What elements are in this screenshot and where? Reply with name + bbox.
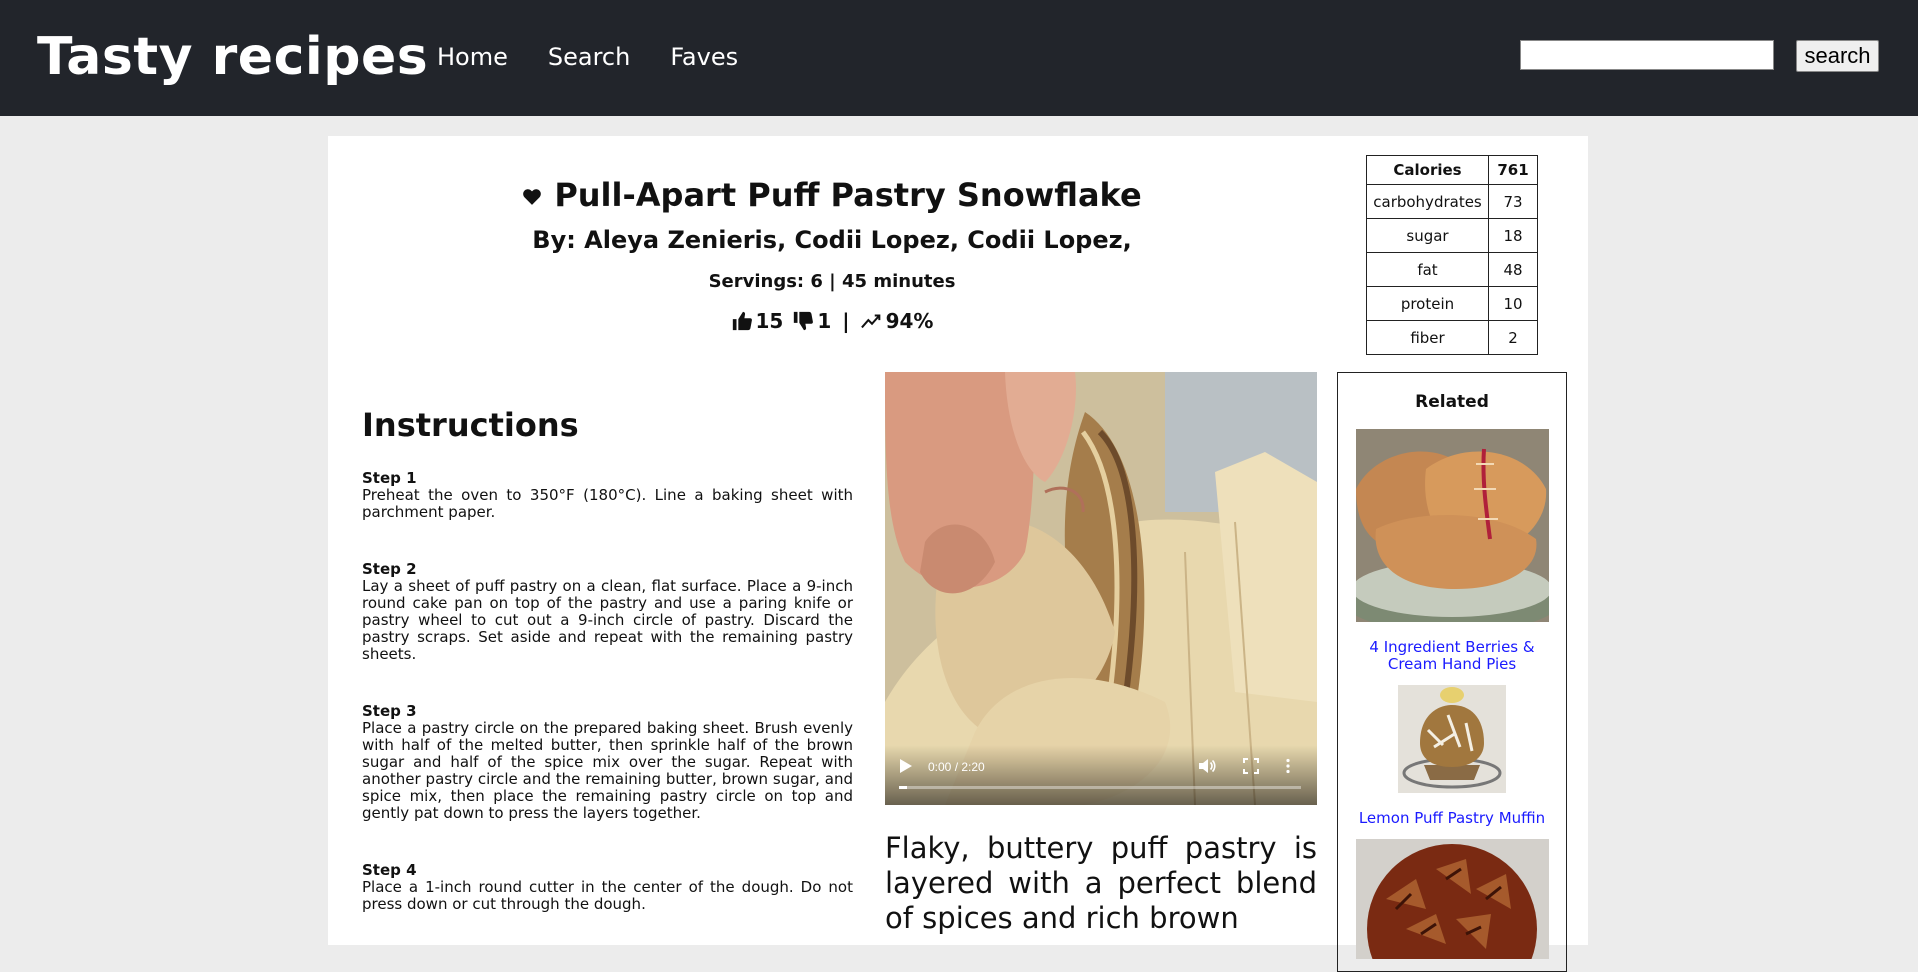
nutrition-label: fiber	[1366, 320, 1489, 355]
related-link[interactable]: Lemon Puff Pastry Muffin	[1344, 810, 1560, 827]
nutrition-row: carbohydrates 73	[1366, 184, 1538, 219]
thumbs-down-icon[interactable]	[792, 310, 814, 332]
more-options-icon[interactable]	[1285, 758, 1291, 774]
nutrition-row: fat 48	[1366, 252, 1538, 287]
play-icon[interactable]	[899, 758, 913, 774]
video-progress-fill	[899, 786, 908, 789]
instruction-step: Step 4 Place a 1-inch round cutter in th…	[362, 862, 853, 913]
step-label: Step 1	[362, 469, 417, 487]
related-link[interactable]: 4 Ingredient Berries & Cream Hand Pies	[1344, 639, 1560, 673]
recipe-description: Flaky, buttery puff pastry is layered wi…	[885, 831, 1317, 935]
nutrition-row: fiber 2	[1366, 320, 1538, 355]
step-text: Place a 1-inch round cutter in the cente…	[362, 878, 853, 913]
nutrition-value: 2	[1488, 320, 1538, 355]
instructions-heading: Instructions	[362, 406, 579, 444]
video-time: 0:00 / 2:20	[928, 760, 985, 774]
nav-home-link[interactable]: Home	[437, 42, 508, 72]
votes-separator: |	[842, 309, 850, 333]
recipe-card: Pull-Apart Puff Pastry Snowflake By: Ale…	[328, 136, 1588, 972]
recipe-authors: By: Aleya Zenieris, Codii Lopez, Codii L…	[532, 226, 1132, 254]
nutrition-label: carbohydrates	[1366, 184, 1489, 219]
recipe-title-line: Pull-Apart Puff Pastry Snowflake	[328, 174, 1336, 216]
search-input[interactable]	[1520, 40, 1774, 70]
nav-faves-link[interactable]: Faves	[670, 42, 738, 72]
nutrition-row: protein 10	[1366, 286, 1538, 321]
nav-search-link[interactable]: Search	[548, 42, 630, 72]
video-progress-bar[interactable]	[899, 786, 1301, 789]
heart-icon[interactable]	[522, 187, 542, 207]
trending-up-icon	[860, 314, 880, 329]
likes-count: 15	[755, 309, 784, 333]
recipe-header: Pull-Apart Puff Pastry Snowflake By: Ale…	[328, 174, 1336, 334]
search-button[interactable]: search	[1796, 40, 1879, 72]
related-image-hand-pies[interactable]	[1355, 429, 1549, 622]
approval-rate: 94%	[885, 309, 934, 333]
nutrition-row: sugar 18	[1366, 218, 1538, 253]
recipe-video[interactable]: 0:00 / 2:20	[885, 372, 1317, 805]
nutrition-label: sugar	[1366, 218, 1489, 253]
video-controls: 0:00 / 2:20	[885, 745, 1317, 805]
nutrition-label: fat	[1366, 252, 1489, 287]
instructions-section: Instructions Step 1 Preheat the oven to …	[362, 404, 853, 953]
nutrition-label: Calories	[1366, 155, 1489, 185]
recipe-votes: 15 1 | 94%	[328, 308, 1336, 334]
dislikes-count: 1	[817, 309, 832, 333]
instruction-step: Step 3 Place a pastry circle on the prep…	[362, 703, 853, 822]
nutrition-value: 761	[1488, 155, 1538, 185]
related-panel: Related 4 Ingredient Berries & Cream Han…	[1337, 372, 1567, 972]
site-brand[interactable]: Tasty recipes	[37, 22, 428, 92]
main-nav: Home Search Faves	[437, 42, 738, 72]
nutrition-label: protein	[1366, 286, 1489, 321]
related-heading: Related	[1415, 392, 1489, 412]
nutrition-header-row: Calories 761	[1366, 155, 1538, 185]
top-navbar: Tasty recipes Home Search Faves search	[0, 0, 1918, 116]
nutrition-table: Calories 761 carbohydrates 73 sugar 18 f…	[1366, 155, 1538, 355]
volume-icon[interactable]	[1198, 758, 1216, 774]
step-label: Step 3	[362, 702, 417, 720]
fullscreen-icon[interactable]	[1243, 758, 1259, 774]
nutrition-value: 18	[1488, 218, 1538, 253]
nutrition-value: 10	[1488, 286, 1538, 321]
step-label: Step 4	[362, 861, 417, 879]
step-text: Place a pastry circle on the prepared ba…	[362, 719, 853, 822]
step-text: Lay a sheet of puff pastry on a clean, f…	[362, 577, 853, 663]
thumbs-up-icon[interactable]	[731, 310, 753, 332]
recipe-servings: Servings: 6 | 45 minutes	[708, 271, 956, 292]
related-image-pecan-pastry[interactable]	[1355, 839, 1549, 959]
related-image-muffin[interactable]	[1398, 685, 1506, 793]
nutrition-value: 48	[1488, 252, 1538, 287]
video-frame-image	[885, 372, 1317, 805]
nutrition-value: 73	[1488, 184, 1538, 219]
instruction-step: Step 1 Preheat the oven to 350°F (180°C)…	[362, 470, 853, 521]
instruction-step: Step 2 Lay a sheet of puff pastry on a c…	[362, 561, 853, 663]
step-text: Preheat the oven to 350°F (180°C). Line …	[362, 486, 853, 521]
step-label: Step 2	[362, 560, 417, 578]
recipe-title: Pull-Apart Puff Pastry Snowflake	[554, 176, 1142, 214]
